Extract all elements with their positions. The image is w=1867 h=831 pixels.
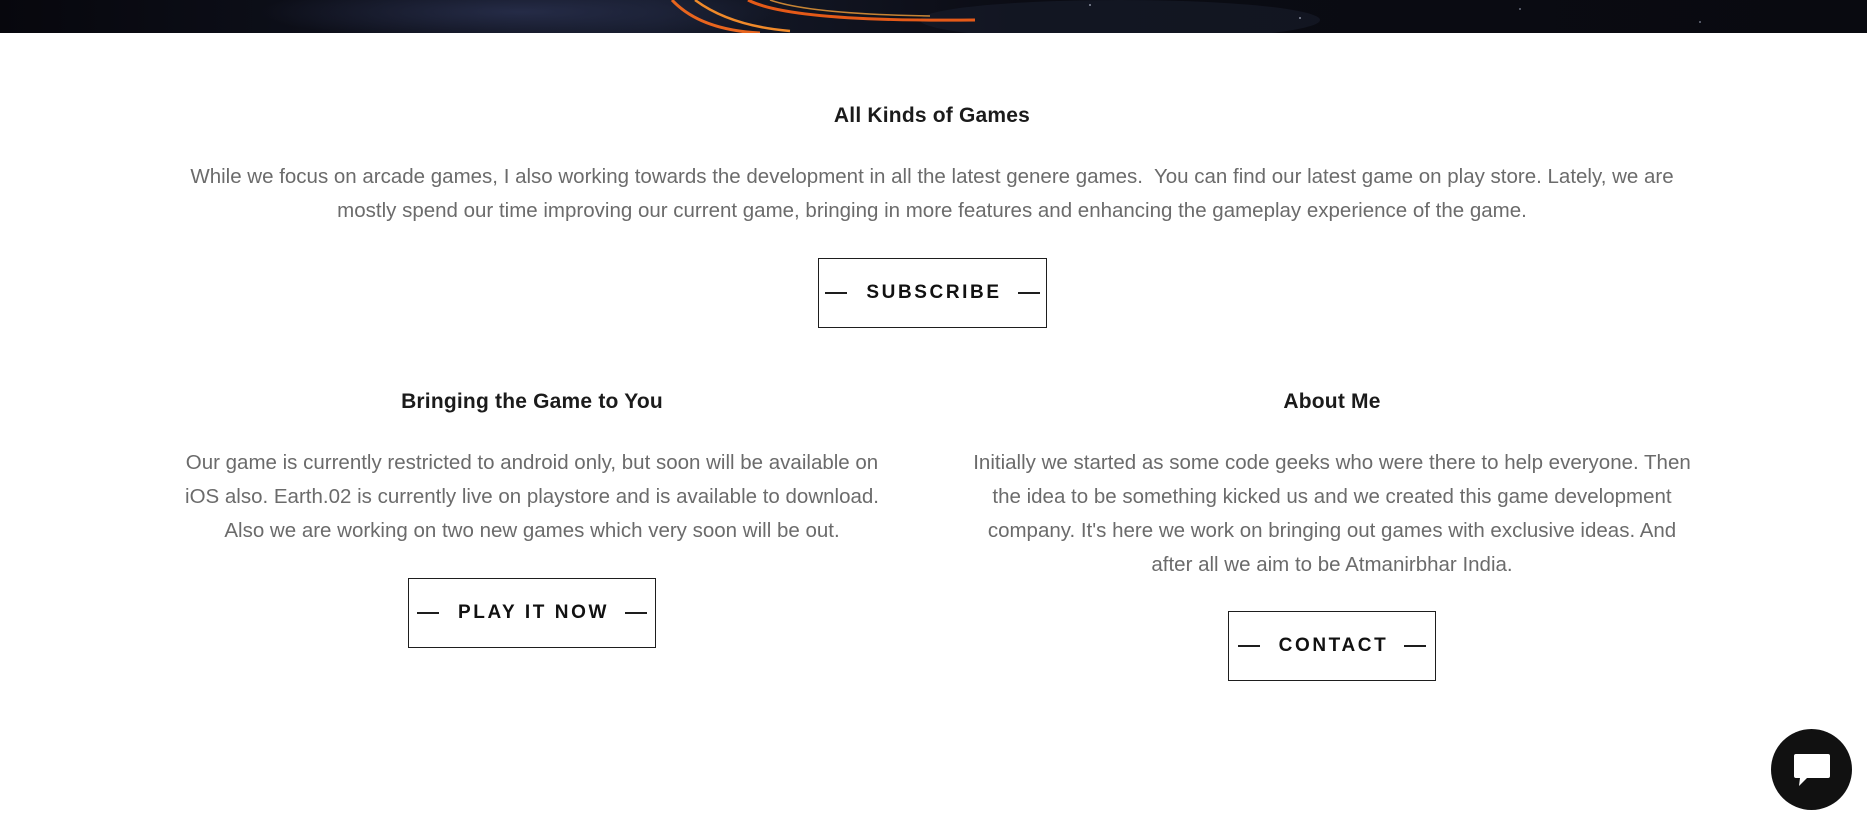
- button-dash-right: [1017, 292, 1040, 294]
- games-section-title: All Kinds of Games: [833, 104, 1031, 127]
- hero-light-streaks: [260, 0, 1701, 33]
- play-text-line: iOS also. Earth.02 is currently live on …: [185, 485, 879, 508]
- button-dash-right: [625, 612, 648, 614]
- subscribe-button-label: SUBSCRIBE: [866, 282, 1002, 303]
- play-text-line: Also we are working on two new games whi…: [224, 519, 840, 542]
- button-dash-left: [1237, 645, 1260, 647]
- about-text-line: the idea to be something kicked us and w…: [992, 485, 1672, 508]
- play-text-line: Our game is currently restricted to andr…: [185, 451, 879, 474]
- chat-widget-button[interactable]: [1771, 729, 1852, 810]
- button-dash-left: [416, 612, 439, 614]
- contact-button[interactable]: CONTACT: [1228, 611, 1436, 681]
- hero-image-strip: [0, 0, 1867, 33]
- button-dash-left: [825, 292, 848, 294]
- about-section-title: About Me: [1283, 390, 1381, 413]
- about-text-line: after all we aim to be Atmanirbhar India…: [1151, 553, 1513, 576]
- about-text-line: company. It's here we work on bringing o…: [987, 519, 1677, 542]
- games-text-line-2: mostly spend our time improving our curr…: [337, 199, 1527, 222]
- play-it-now-button-label: PLAY IT NOW: [457, 602, 610, 623]
- chat-bubble-icon: [1793, 753, 1830, 786]
- contact-button-label: CONTACT: [1278, 635, 1389, 656]
- play-it-now-button[interactable]: PLAY IT NOW: [408, 578, 656, 648]
- play-section-title: Bringing the Game to You: [401, 390, 663, 413]
- button-dash-right: [1404, 645, 1427, 647]
- subscribe-button[interactable]: SUBSCRIBE: [818, 258, 1047, 328]
- games-text-line-1: While we focus on arcade games, I also w…: [190, 165, 1674, 188]
- about-text-line: Initially we started as some code geeks …: [973, 451, 1691, 474]
- page: All Kinds of Games While we focus on arc…: [0, 0, 1867, 831]
